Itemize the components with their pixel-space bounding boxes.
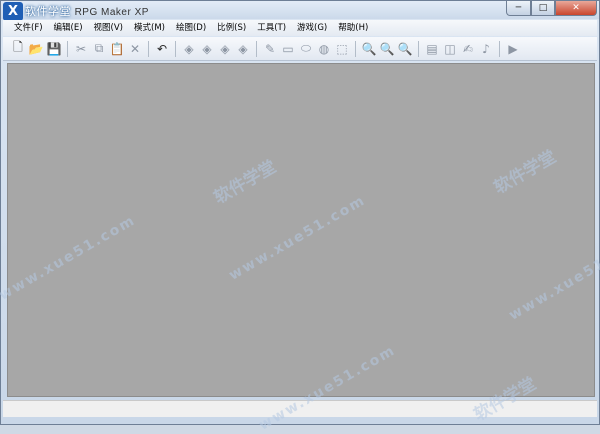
pencil-icon: ✎ — [264, 41, 276, 56]
script-editor-icon: ✍ — [462, 41, 474, 56]
maximize-button[interactable]: □ — [531, 1, 555, 16]
select-button[interactable]: ⬚ — [333, 40, 351, 58]
toolbar-separator — [418, 40, 419, 57]
toolbar-separator — [499, 40, 500, 57]
layer2-icon: ◈ — [202, 41, 212, 56]
menu-mode[interactable]: 模式(M) — [131, 20, 168, 36]
sound-test-icon: ♪ — [482, 41, 490, 56]
zoom-1-icon: 🔍 — [361, 41, 377, 56]
layer3-button[interactable]: ◈ — [216, 40, 234, 58]
window-controls: ─ □ ✕ — [506, 1, 597, 17]
playtest-button[interactable]: ▶ — [504, 40, 522, 58]
script-editor-button[interactable]: ✍ — [459, 40, 477, 58]
open-button[interactable]: 📂 — [27, 40, 45, 58]
cut-button[interactable]: ✂ — [72, 40, 90, 58]
fill-button[interactable]: ◍ — [315, 40, 333, 58]
ellipse-button[interactable]: ⬭ — [297, 40, 315, 58]
window-title: 软件学堂 RPG Maker XP — [25, 3, 149, 19]
app-logo-icon: X — [3, 2, 23, 21]
database-icon: ▤ — [426, 41, 438, 56]
event-layer-button[interactable]: ◈ — [234, 40, 252, 58]
open-icon: 📂 — [28, 41, 44, 56]
new-icon: 🗋 — [13, 40, 23, 54]
pencil-button[interactable]: ✎ — [261, 40, 279, 58]
layer1-icon: ◈ — [184, 41, 194, 56]
zoom-2-icon: 🔍 — [379, 41, 395, 56]
event-layer-icon: ◈ — [238, 41, 248, 56]
status-bar — [3, 400, 597, 417]
save-button[interactable]: 💾 — [45, 40, 63, 58]
toolbar-separator — [355, 40, 356, 57]
layer2-button[interactable]: ◈ — [198, 40, 216, 58]
sound-test-button[interactable]: ♪ — [477, 40, 495, 58]
materials-icon: ◫ — [444, 41, 456, 56]
new-button[interactable]: 🗋 — [9, 40, 27, 58]
delete-button[interactable]: ✕ — [126, 40, 144, 58]
menu-draw[interactable]: 绘图(D) — [173, 20, 209, 36]
menu-view[interactable]: 视图(V) — [91, 20, 126, 36]
zoom-4-button[interactable]: 🔍 — [396, 40, 414, 58]
rectangle-icon: ▭ — [282, 41, 294, 56]
toolbar-separator — [175, 40, 176, 57]
database-button[interactable]: ▤ — [423, 40, 441, 58]
cut-icon: ✂ — [75, 41, 87, 56]
rectangle-button[interactable]: ▭ — [279, 40, 297, 58]
paste-icon: 📋 — [109, 41, 125, 56]
minimize-button[interactable]: ─ — [506, 1, 531, 16]
undo-button[interactable]: ↶ — [153, 40, 171, 58]
ellipse-icon: ⬭ — [300, 41, 312, 55]
toolbar: 🗋 📂 💾 ✂ ⧉ 📋 ✕ ↶ ◈ ◈ ◈ ◈ ✎ ▭ ⬭ ◍ ⬚ 🔍 🔍 🔍 ▤ ◫ ✍ ♪ ▶ — [3, 37, 597, 61]
undo-icon: ↶ — [156, 41, 168, 56]
zoom-2-button[interactable]: 🔍 — [378, 40, 396, 58]
menu-game[interactable]: 游戏(G) — [294, 20, 330, 36]
zoom-4-icon: 🔍 — [397, 41, 413, 56]
menu-tools[interactable]: 工具(T) — [254, 20, 289, 36]
menu-scale[interactable]: 比例(S) — [214, 20, 249, 36]
menu-file[interactable]: 文件(F) — [11, 20, 46, 36]
fill-icon: ◍ — [318, 41, 330, 56]
map-editor-area[interactable] — [7, 63, 595, 397]
menu-help[interactable]: 帮助(H) — [335, 20, 371, 36]
close-button[interactable]: ✕ — [555, 1, 597, 16]
delete-icon: ✕ — [129, 41, 141, 56]
copy-button[interactable]: ⧉ — [90, 40, 108, 58]
materials-button[interactable]: ◫ — [441, 40, 459, 58]
paste-button[interactable]: 📋 — [108, 40, 126, 58]
title-label: RPG Maker XP — [74, 7, 149, 18]
toolbar-separator — [148, 40, 149, 57]
toolbar-separator — [256, 40, 257, 57]
save-icon: 💾 — [46, 41, 62, 56]
copy-icon: ⧉ — [94, 41, 104, 55]
logo-text: 软件学堂 — [25, 6, 71, 18]
layer3-icon: ◈ — [220, 41, 230, 56]
menu-edit[interactable]: 编辑(E) — [51, 20, 86, 36]
title-bar[interactable]: X 软件学堂 RPG Maker XP ─ □ ✕ — [1, 1, 599, 21]
toolbar-separator — [67, 40, 68, 57]
select-icon: ⬚ — [336, 41, 348, 56]
app-window: X 软件学堂 RPG Maker XP ─ □ ✕ 文件(F) 编辑(E) 视图… — [0, 0, 600, 425]
layer1-button[interactable]: ◈ — [180, 40, 198, 58]
menu-bar: 文件(F) 编辑(E) 视图(V) 模式(M) 绘图(D) 比例(S) 工具(T… — [3, 20, 597, 36]
playtest-icon: ▶ — [508, 41, 518, 56]
zoom-1-button[interactable]: 🔍 — [360, 40, 378, 58]
